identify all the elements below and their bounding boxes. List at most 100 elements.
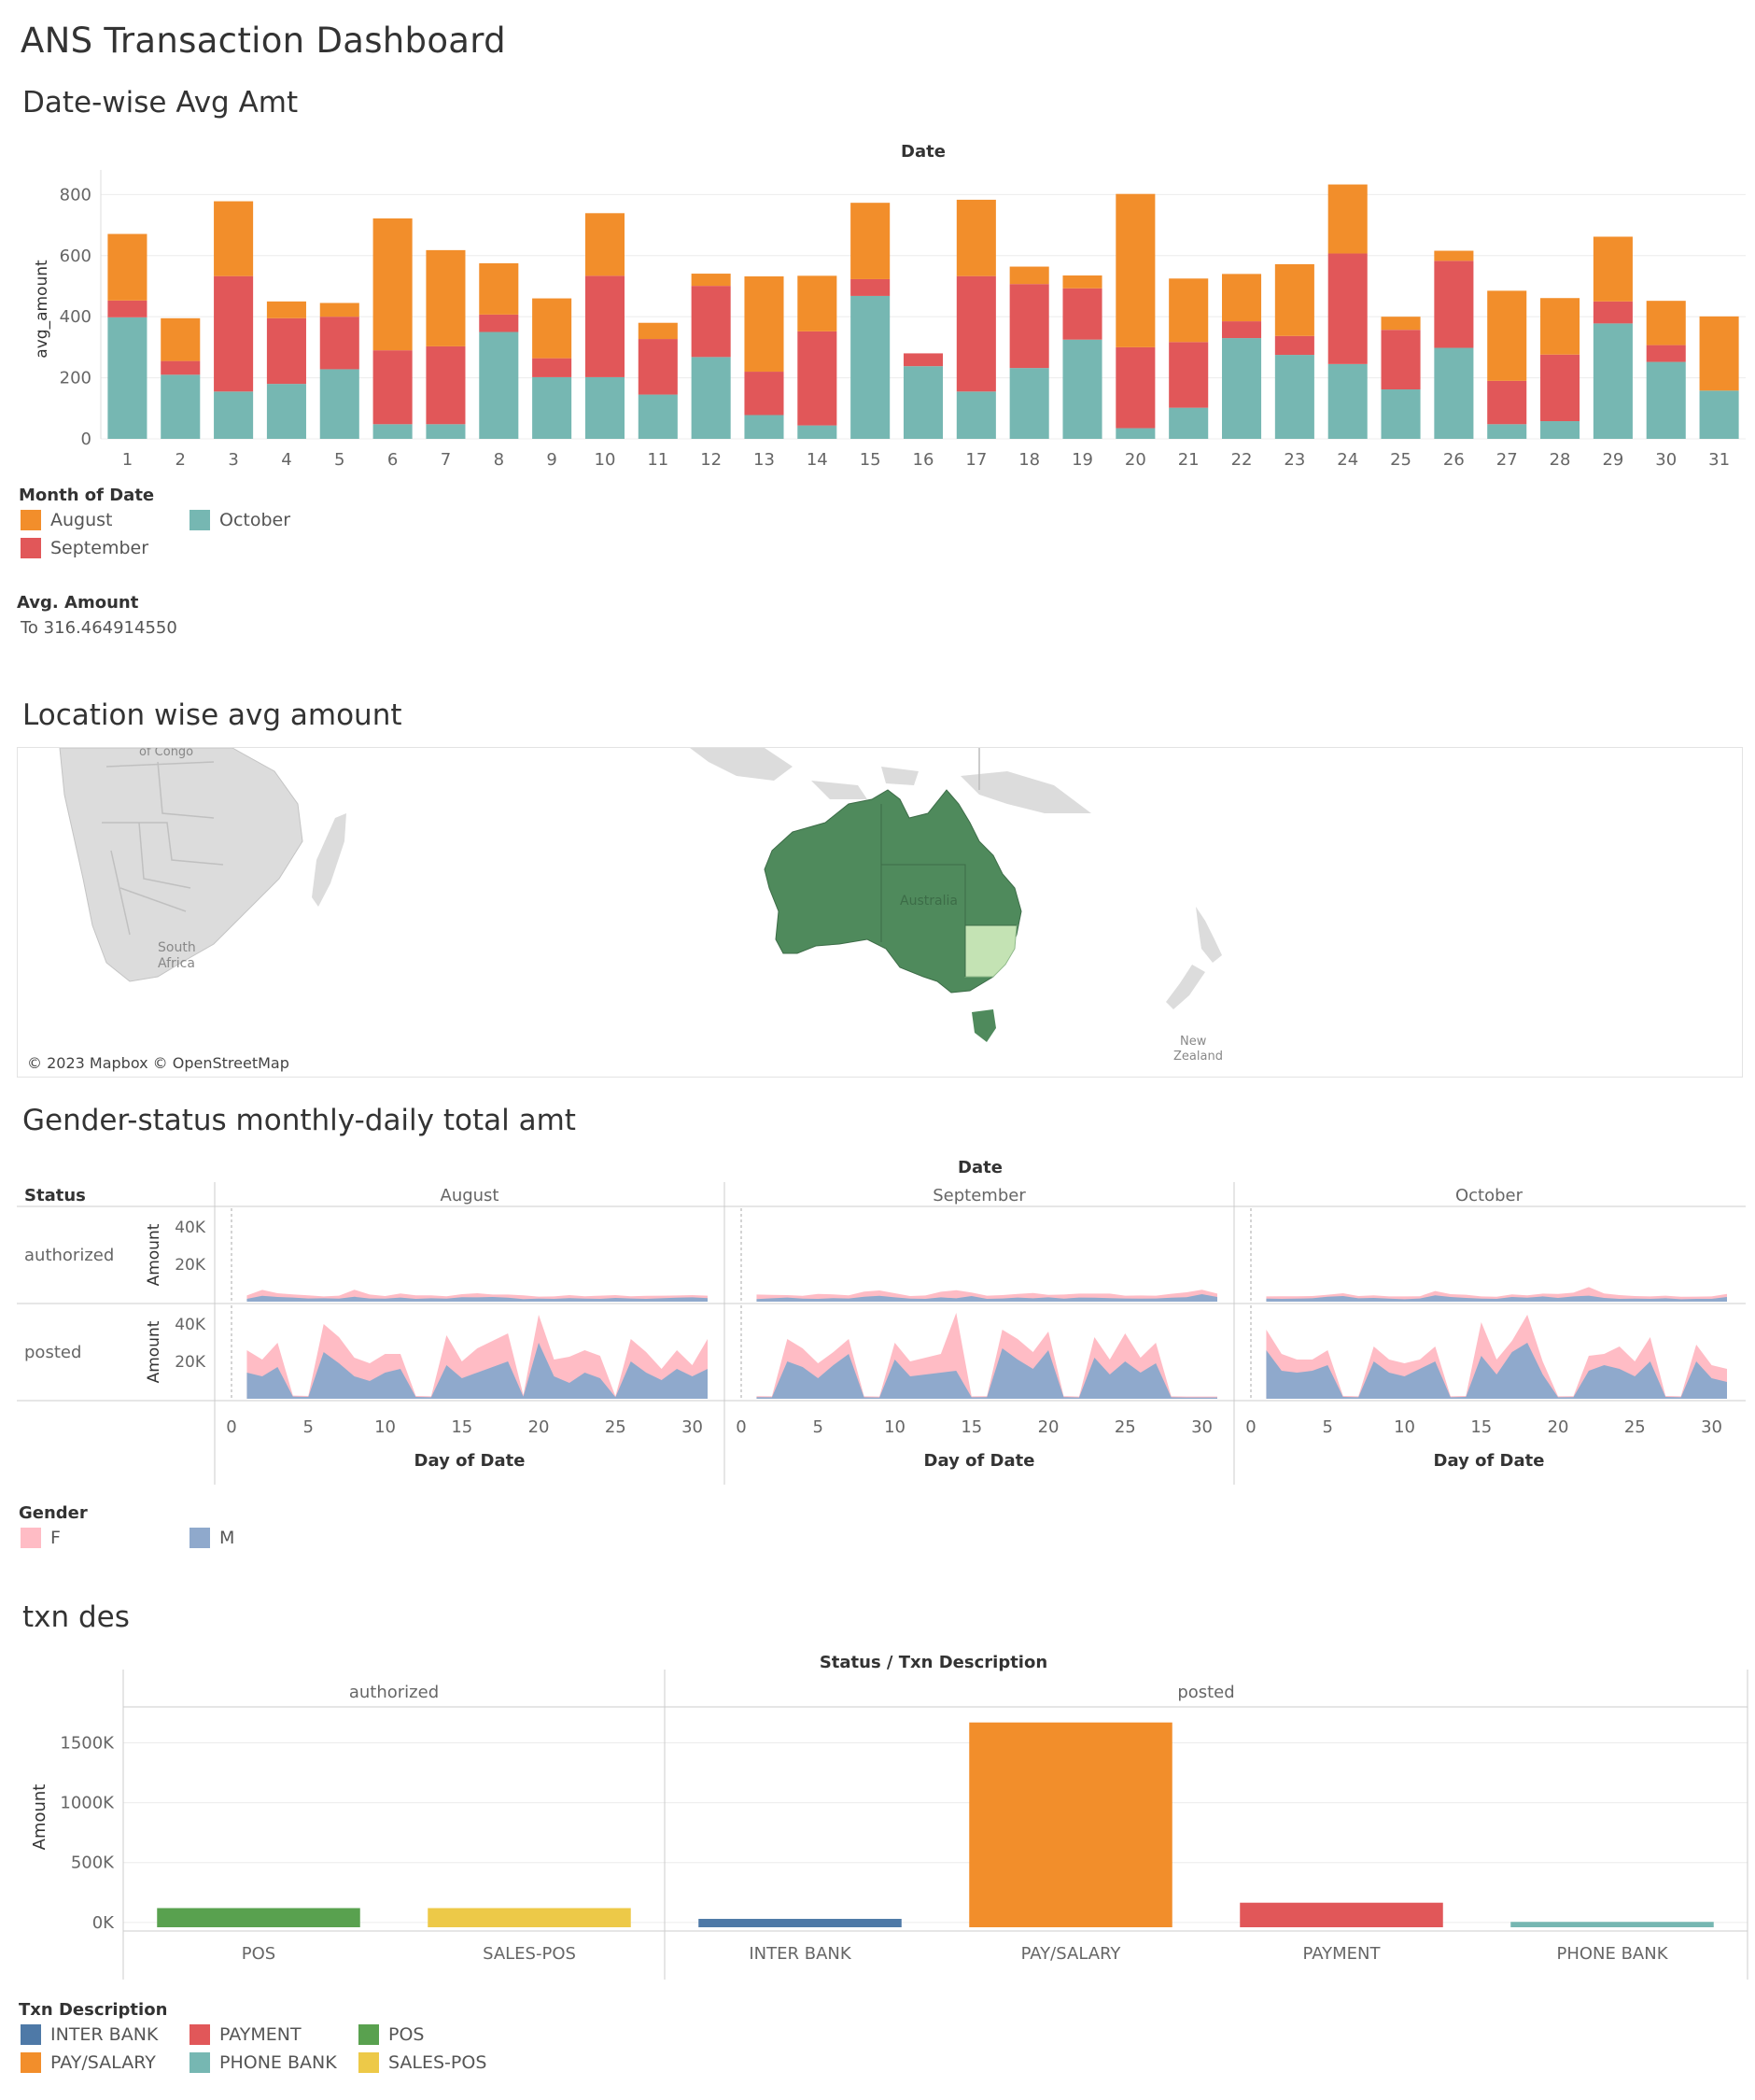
swatch-october	[190, 510, 210, 530]
bar-segment-september	[1169, 342, 1209, 408]
dashboard-title: ANS Transaction Dashboard	[21, 21, 506, 61]
y-axis-label: Amount	[30, 1784, 49, 1851]
legend-label-pay-salary: PAY/SALARY	[50, 2052, 156, 2073]
legend-item-phone-bank[interactable]: PHONE BANK	[190, 2052, 337, 2073]
bar-segment-august	[266, 301, 306, 318]
bar-segment-september	[532, 358, 572, 377]
bar-segment-august	[1222, 274, 1262, 322]
date-wise-bar-chart[interactable]: Date0200400600800avg_amount1 2 3 4 5 6 7 8 9 10 11…	[0, 131, 1755, 486]
bar-segment-august	[744, 276, 784, 373]
x-tick-label: 20	[1038, 1417, 1060, 1437]
x-tick-label: 9	[546, 450, 556, 470]
x-tick-label: 28	[1550, 450, 1571, 470]
bar-segment-october	[372, 424, 413, 439]
legend-item-inter-bank[interactable]: INTER BANK	[21, 2024, 158, 2045]
bar-segment-august	[584, 213, 625, 276]
x-tick-label: 0	[1245, 1417, 1256, 1437]
bar-segment-september	[850, 278, 891, 296]
legend-label-sales-pos: SALES-POS	[388, 2052, 487, 2073]
bar-segment-october	[266, 384, 306, 439]
x-axis-label: Day of Date	[414, 1451, 526, 1471]
bar-segment-august	[691, 274, 731, 287]
swatch-september	[21, 538, 41, 558]
bar-segment-august	[1699, 316, 1739, 391]
bar-segment-september	[903, 353, 944, 367]
legend-item-payment[interactable]: PAYMENT	[190, 2024, 302, 2045]
swatch-inter-bank	[21, 2024, 41, 2045]
swatch-pay-salary	[21, 2052, 41, 2073]
bar-segment-august	[1009, 266, 1049, 285]
bar-segment-october	[1487, 424, 1527, 439]
bar-segment-august	[426, 249, 466, 346]
x-tick-label: 19	[1072, 450, 1093, 470]
bar-segment-august	[1434, 250, 1474, 261]
swatch-payment	[190, 2024, 210, 2045]
x-tick-label: 30	[1701, 1417, 1722, 1437]
legend-item-pos[interactable]: POS	[358, 2024, 424, 2045]
bar-segment-september	[1646, 345, 1686, 362]
location-map[interactable]: of Congo South Africa Australia New Zealan…	[17, 747, 1743, 1078]
legend-item-female[interactable]: F	[21, 1528, 61, 1548]
bar-segment-october	[638, 394, 678, 439]
x-tick-label: 13	[753, 450, 775, 470]
bar-segment-september	[1540, 354, 1580, 422]
y-axis-label: Amount	[145, 1223, 163, 1286]
bar-segment-august	[797, 275, 837, 331]
bar-segment-october	[1062, 339, 1102, 439]
y-tick-label: 0K	[92, 1913, 115, 1933]
legend-label-male: M	[219, 1528, 235, 1548]
x-tick-label: 5	[1323, 1417, 1333, 1437]
legend-item-male[interactable]: M	[190, 1528, 234, 1548]
bar-segment-september	[1593, 301, 1633, 324]
bar-segment-august	[161, 317, 201, 361]
bar-segment-september	[1222, 321, 1262, 339]
bar-segment-august	[956, 199, 996, 276]
x-tick-label: 1	[122, 450, 133, 470]
bar-segment-october	[107, 317, 147, 439]
x-tick-label: POS	[242, 1944, 275, 1964]
legend-item-august[interactable]: August	[21, 510, 113, 530]
bar-segment-september	[161, 360, 201, 375]
x-tick-label: 5	[334, 450, 344, 470]
bar-segment-september	[1009, 284, 1049, 369]
y-tick-label: 500K	[71, 1853, 115, 1873]
bar-segment-september	[1487, 380, 1527, 425]
bar-segment-september	[479, 314, 519, 332]
bar-segment-october	[797, 425, 837, 439]
bar-segment-september	[584, 275, 625, 377]
bar-pos	[157, 1908, 360, 1927]
x-tick-label: 31	[1708, 450, 1730, 470]
x-tick-label: 10	[595, 450, 616, 470]
bar-segment-august	[638, 322, 678, 340]
x-tick-label: 16	[913, 450, 934, 470]
legend-item-sales-pos[interactable]: SALES-POS	[358, 2052, 486, 2073]
bar-segment-october	[903, 366, 944, 439]
legend-item-september[interactable]: September	[21, 538, 148, 558]
column-header-august: August	[441, 1186, 499, 1205]
bar-segment-october	[1327, 363, 1368, 439]
avg-amount-filter-text[interactable]: To 316.464914550	[21, 618, 177, 638]
legend-item-pay-salary[interactable]: PAY/SALARY	[21, 2052, 156, 2073]
bar-segment-september	[426, 345, 466, 425]
y-tick-label: 0	[81, 430, 91, 449]
bar-segment-september	[1434, 261, 1474, 348]
x-tick-label: 11	[647, 450, 668, 470]
txn-description-bar-chart[interactable]: Status / Txn Description 0K 500K 1000K 1500K…	[0, 1643, 1755, 1989]
map-attribution[interactable]: © 2023 Mapbox © OpenStreetMap	[27, 1054, 289, 1072]
x-tick-label: 14	[807, 450, 828, 470]
bar-segment-august	[1169, 278, 1209, 343]
x-tick-label: INTER BANK	[749, 1944, 851, 1964]
x-tick-label: 25	[1115, 1417, 1136, 1437]
bar-segment-october	[744, 415, 784, 439]
map-label-australia: Australia	[900, 894, 958, 909]
legend-item-october[interactable]: October	[190, 510, 290, 530]
gender-status-area-chart[interactable]: Date Status August September October authoriz…	[0, 1149, 1755, 1494]
bar-segment-october	[691, 357, 731, 439]
x-tick-label: 0	[226, 1417, 236, 1437]
bar-segment-august	[1327, 184, 1368, 254]
bar-segment-october	[1593, 323, 1633, 439]
bar-segment-october	[1540, 421, 1580, 439]
bar-segment-august	[107, 233, 147, 301]
chart-header-date: Date	[901, 142, 946, 162]
bar-segment-august	[1116, 193, 1156, 347]
